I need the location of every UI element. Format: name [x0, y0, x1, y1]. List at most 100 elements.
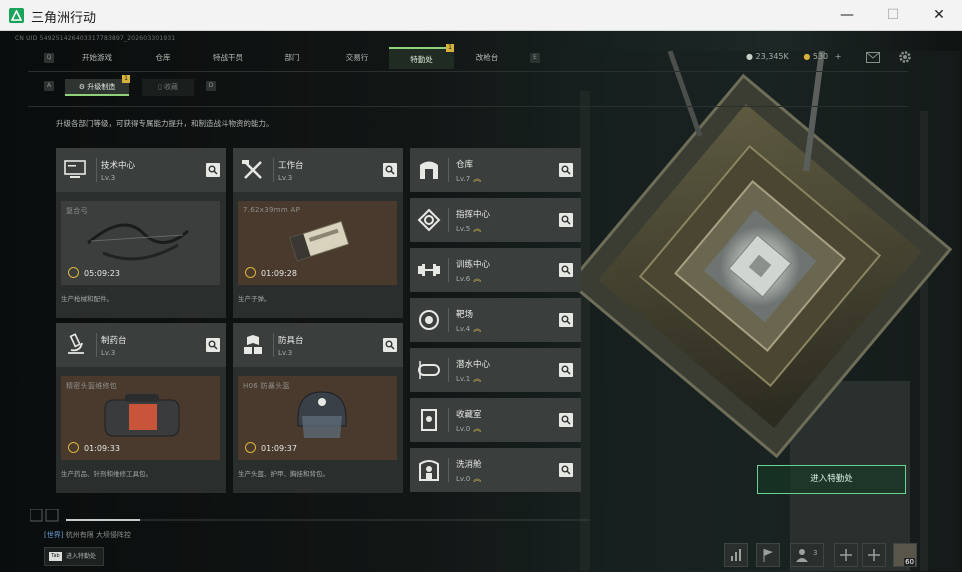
subtab-upgrade-build[interactable]: ⚙ 升级制造 — [65, 79, 129, 96]
product-name: 7.62x39mm AP — [243, 206, 301, 214]
facility-name: 潜水中心 — [456, 360, 491, 370]
facility-decontamination[interactable]: 洗消舱 Lv.0 ︽ — [410, 448, 581, 492]
facility-level-value: Lv.1 — [456, 375, 471, 383]
facility-name: 靶场 — [456, 310, 474, 320]
enter-special-ops-button[interactable]: 进入特勤处 — [757, 465, 906, 494]
magnify-icon[interactable] — [383, 163, 397, 177]
workshop-level: Lv.3 — [101, 174, 116, 182]
magnify-icon[interactable] — [206, 163, 220, 177]
facility-level: Lv.6 ︽ — [456, 273, 481, 284]
magnify-icon[interactable] — [559, 163, 573, 177]
currency-bar: ● 23,345K ● 530 + — [746, 52, 841, 61]
production-timer: 01:09:33 — [68, 442, 120, 456]
upgrade-arrow-icon: ︽ — [473, 174, 482, 183]
workshop-card-pharmacy[interactable]: 制药台 Lv.3 精密头盔维修包 01:09:33 生产药品、针剂和维修工具包。 — [56, 323, 226, 493]
friends-icon — [796, 549, 808, 562]
facility-name: 训练中心 — [456, 260, 491, 270]
facility-level-value: Lv.6 — [456, 275, 471, 283]
workshop-description: 生产子弹。 — [238, 295, 271, 303]
stats-button[interactable] — [724, 543, 748, 567]
facility-shooting-range[interactable]: 靶场 Lv.4 ︽ — [410, 298, 581, 342]
magnify-icon[interactable] — [206, 338, 220, 352]
facility-warehouse[interactable]: 仓库 Lv.7 ︽ — [410, 148, 581, 192]
workshop-name: 制药台 — [101, 336, 127, 346]
tab-special-ops[interactable]: 特勤处 — [389, 47, 454, 69]
facility-separator — [448, 208, 449, 232]
facility-diving-center[interactable]: 潜水中心 Lv.1 ︽ — [410, 348, 581, 392]
workshop-card-armor-bench[interactable]: 防具台 Lv.3 H06 防暴头盔 01:09:37 生产头盔、护甲、胸挂和背包… — [233, 323, 403, 493]
tab-warehouse[interactable]: 仓库 — [130, 47, 196, 69]
tab-key: Tab — [49, 552, 62, 561]
production-slot[interactable]: 复合弓 05:09:23 — [61, 201, 220, 285]
bottom-progress-strip — [30, 509, 590, 522]
workshop-card-workbench[interactable]: 工作台 Lv.3 7.62x39mm AP 01:09:28 生产子弹。 — [233, 148, 403, 318]
subtab-upgrade-badge: 1 — [122, 75, 130, 83]
microscope-icon — [68, 333, 84, 354]
subtab-right-key[interactable]: D — [206, 81, 216, 91]
production-slot[interactable]: 精密头盔维修包 01:09:33 — [61, 376, 220, 460]
magnify-icon[interactable] — [559, 313, 573, 327]
subtab-collect-label: 收藏 — [164, 83, 179, 91]
mail-icon[interactable] — [866, 52, 880, 63]
settings-gear-icon[interactable] — [898, 50, 912, 64]
subtab-collection[interactable]: ▯ 收藏 — [142, 79, 194, 96]
production-slot[interactable]: 7.62x39mm AP 01:09:28 — [238, 201, 397, 285]
nav-right-key[interactable]: E — [530, 53, 540, 63]
upgrade-arrow-icon: ︽ — [473, 224, 482, 233]
maximize-button[interactable]: ☐ — [870, 0, 916, 31]
subtab-divider — [28, 106, 908, 107]
chat-message[interactable]: [世界] 杭州有限 大坝侵阵控 — [44, 530, 131, 540]
subtab-upgrade-label: 升级制造 — [87, 83, 116, 91]
facility-level-value: Lv.4 — [456, 325, 471, 333]
chat-channel: [世界] — [44, 531, 64, 539]
tab-operators[interactable]: 特战干员 — [195, 47, 261, 69]
invite-slot-2[interactable] — [862, 543, 886, 567]
chat-tab-button[interactable]: Tab 进入特勤处 — [44, 547, 104, 566]
friends-button[interactable]: 3 — [790, 543, 824, 567]
facility-separator — [448, 408, 449, 432]
facility-collection-room[interactable]: 收藏室 Lv.0 ︽ — [410, 398, 581, 442]
workshop-level: Lv.3 — [278, 349, 293, 357]
notes-button[interactable] — [756, 543, 780, 567]
facility-level: Lv.5 ︽ — [456, 223, 481, 234]
facility-separator — [448, 308, 449, 332]
magnify-icon[interactable] — [559, 363, 573, 377]
riot-helmet-image — [297, 391, 347, 438]
facility-separator — [448, 258, 449, 282]
magnify-icon[interactable] — [559, 213, 573, 227]
window-title: 三角洲行动 — [31, 11, 97, 26]
production-slot[interactable]: H06 防暴头盔 01:09:37 — [238, 376, 397, 460]
tools-icon — [242, 160, 262, 179]
tab-market[interactable]: 交易行 — [324, 47, 390, 69]
armor-icon — [244, 335, 262, 354]
chat-text: 大坝侵阵控 — [95, 531, 131, 539]
facility-level: Lv.4 ︽ — [456, 323, 481, 334]
magnify-icon[interactable] — [559, 263, 573, 277]
upgrade-arrow-icon: ︽ — [473, 424, 482, 433]
workshop-card-tech-center[interactable]: 技术中心 Lv.3 复合弓 05:09:23 生产枪械和配件。 — [56, 148, 226, 318]
tab-gunsmith[interactable]: 改枪台 — [454, 47, 520, 69]
upgrade-arrow-icon: ︽ — [473, 274, 482, 283]
invite-slot-1[interactable] — [834, 543, 858, 567]
friends-count: 3 — [813, 549, 818, 557]
add-currency-button[interactable]: + — [835, 52, 842, 61]
facility-level-value: Lv.0 — [456, 425, 471, 433]
tab-start-game[interactable]: 开始游戏 — [64, 47, 130, 69]
player-avatar[interactable]: 60 — [893, 543, 917, 567]
nav-left-key[interactable]: Q — [44, 53, 54, 63]
facility-training-center[interactable]: 训练中心 Lv.6 ︽ — [410, 248, 581, 292]
plus-icon — [840, 549, 852, 561]
tab-special-ops-badge: 1 — [446, 44, 454, 52]
subtab-left-key[interactable]: A — [44, 81, 54, 91]
magnify-icon[interactable] — [383, 338, 397, 352]
command-icon — [417, 208, 441, 232]
facility-command-center[interactable]: 指挥中心 Lv.5 ︽ — [410, 198, 581, 242]
workshop-description: 生产枪械和配件。 — [61, 295, 113, 303]
magnify-icon[interactable] — [559, 413, 573, 427]
card-header: 制药台 Lv.3 — [56, 323, 226, 367]
magnify-icon[interactable] — [559, 463, 573, 477]
minimize-button[interactable]: — — [824, 0, 870, 31]
timer-value: 05:09:23 — [84, 269, 120, 278]
close-button[interactable]: ✕ — [916, 0, 962, 31]
tab-department[interactable]: 部门 — [259, 47, 325, 69]
